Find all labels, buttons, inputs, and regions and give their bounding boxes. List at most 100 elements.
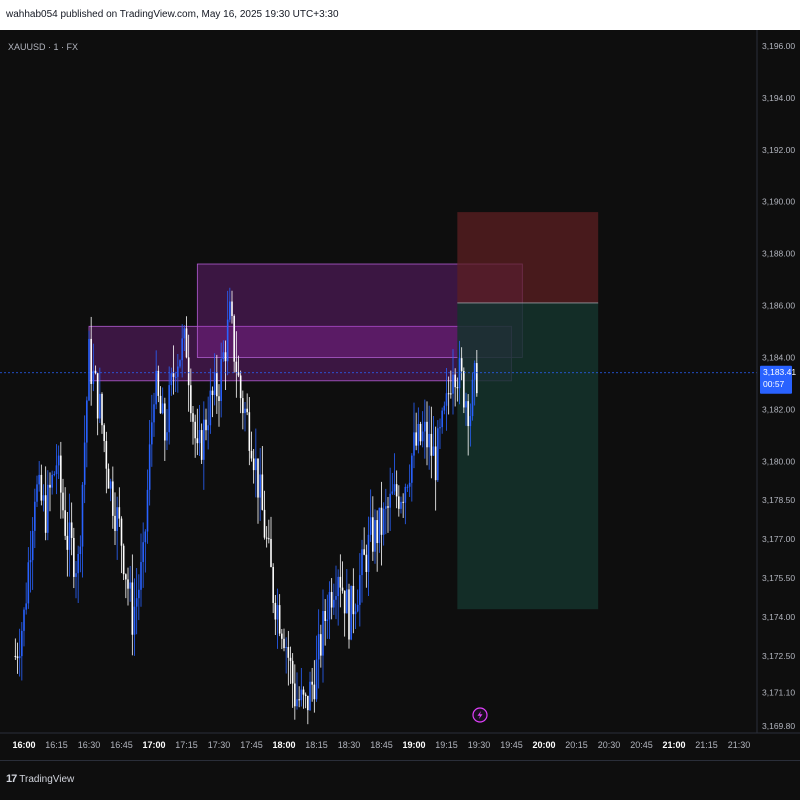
candle-body — [36, 484, 38, 502]
time-tick-label: 16:15 — [45, 740, 68, 750]
candle-body — [222, 352, 225, 360]
candle-body — [55, 465, 58, 474]
time-tick-label: 20:00 — [532, 740, 555, 750]
candle-body — [205, 419, 207, 431]
candle-body — [77, 554, 79, 574]
candle-body — [421, 431, 424, 442]
candle-body — [261, 474, 264, 510]
candle-body — [391, 491, 394, 494]
time-tick-label: 19:15 — [435, 740, 458, 750]
candle-body — [378, 507, 381, 544]
candle-body — [153, 404, 155, 423]
candle-body — [395, 484, 398, 497]
candle-body — [380, 507, 383, 535]
candle-body — [112, 481, 114, 516]
candle-18:30 — [348, 583, 350, 649]
candle-body — [285, 647, 287, 649]
candle-body — [194, 421, 196, 439]
candle-body — [272, 566, 274, 603]
candle-body — [198, 430, 201, 444]
candle-body — [73, 537, 75, 577]
candle-body — [57, 455, 60, 466]
candle-body — [38, 474, 40, 485]
candle-body — [190, 385, 192, 414]
price-tick-label: 3,175.50 — [762, 573, 795, 583]
candle-body — [255, 458, 257, 471]
candle-body — [218, 396, 220, 401]
candle-body — [350, 585, 352, 640]
price-tick-label: 3,180.00 — [762, 456, 795, 466]
candle-body — [298, 699, 300, 701]
candle-body — [196, 438, 199, 444]
candle-body — [16, 656, 19, 659]
candle-body — [426, 421, 428, 448]
candle-body — [83, 442, 86, 485]
candle-body — [207, 425, 209, 431]
candle-body — [450, 393, 452, 395]
candle-body — [469, 416, 472, 427]
candlestick-chart[interactable]: 3,196.00 3,194.00 3,192.00 3,190.00 3,188.00… — [0, 0, 800, 760]
candle-body — [337, 576, 339, 597]
candle-body — [81, 484, 84, 547]
candle-body — [229, 301, 231, 320]
time-tick-label: 18:30 — [338, 740, 361, 750]
candle-body — [224, 352, 227, 362]
candle-body — [443, 405, 446, 411]
candle-body — [133, 606, 136, 635]
candle-body — [135, 598, 138, 607]
candle-body — [148, 444, 151, 490]
candle-body — [177, 366, 179, 377]
candle-body — [339, 576, 342, 588]
time-tick-label: 17:30 — [208, 740, 231, 750]
candle-body — [257, 458, 259, 498]
candle-body — [242, 398, 244, 414]
candle-body — [385, 506, 387, 509]
time-axis[interactable]: 16:00 16:15 16:30 16:45 17:00 17:15 17:30 17:45… — [12, 740, 750, 750]
candle-body — [376, 520, 378, 544]
candle-body — [406, 486, 409, 488]
price-tick-label: 3,190.00 — [762, 197, 795, 207]
candle-body — [430, 433, 433, 456]
candle-body — [107, 468, 110, 489]
candle-body — [181, 338, 183, 361]
time-tick-label: 20:15 — [565, 740, 588, 750]
candle-body — [335, 596, 337, 600]
price-tick-label: 3,196.00 — [762, 41, 795, 51]
candle-body — [404, 486, 407, 503]
candle-body — [68, 522, 71, 550]
candle-body — [419, 423, 422, 442]
time-tick-label: 18:15 — [305, 740, 328, 750]
candle-body — [120, 518, 123, 546]
candle-body — [125, 574, 127, 580]
candle-body — [322, 611, 324, 656]
candle-body — [289, 657, 292, 661]
current-price-badge: 3,183.41 00:57 — [760, 365, 796, 394]
candle-body — [131, 582, 134, 635]
candle-body — [417, 423, 420, 446]
candle-body — [64, 510, 66, 536]
candle-body — [324, 611, 326, 622]
candle-body — [144, 531, 147, 543]
candle-body — [31, 530, 34, 561]
candle-body — [281, 633, 283, 639]
candle-body — [400, 501, 402, 509]
candle-body — [220, 359, 222, 401]
candle-body — [114, 515, 116, 531]
plot-area[interactable] — [0, 30, 757, 733]
symbol-label[interactable]: XAUUSD · 1 · FX — [8, 42, 78, 52]
candle-body — [259, 474, 261, 498]
candle-body — [53, 473, 56, 475]
time-tick-label: 19:45 — [500, 740, 523, 750]
candle-body — [341, 587, 344, 591]
candle-19:27 — [471, 373, 474, 421]
candle-body — [369, 517, 372, 535]
time-tick-label: 17:45 — [240, 740, 263, 750]
candle-body — [363, 549, 365, 555]
tradingview-brand[interactable]: 17 TradingView — [6, 773, 74, 785]
candle-body — [278, 605, 281, 634]
lightning-icon[interactable] — [472, 707, 488, 723]
candle-body — [473, 363, 476, 380]
candle-body — [356, 604, 359, 612]
candle-body — [467, 401, 469, 427]
candle-body — [79, 546, 82, 555]
